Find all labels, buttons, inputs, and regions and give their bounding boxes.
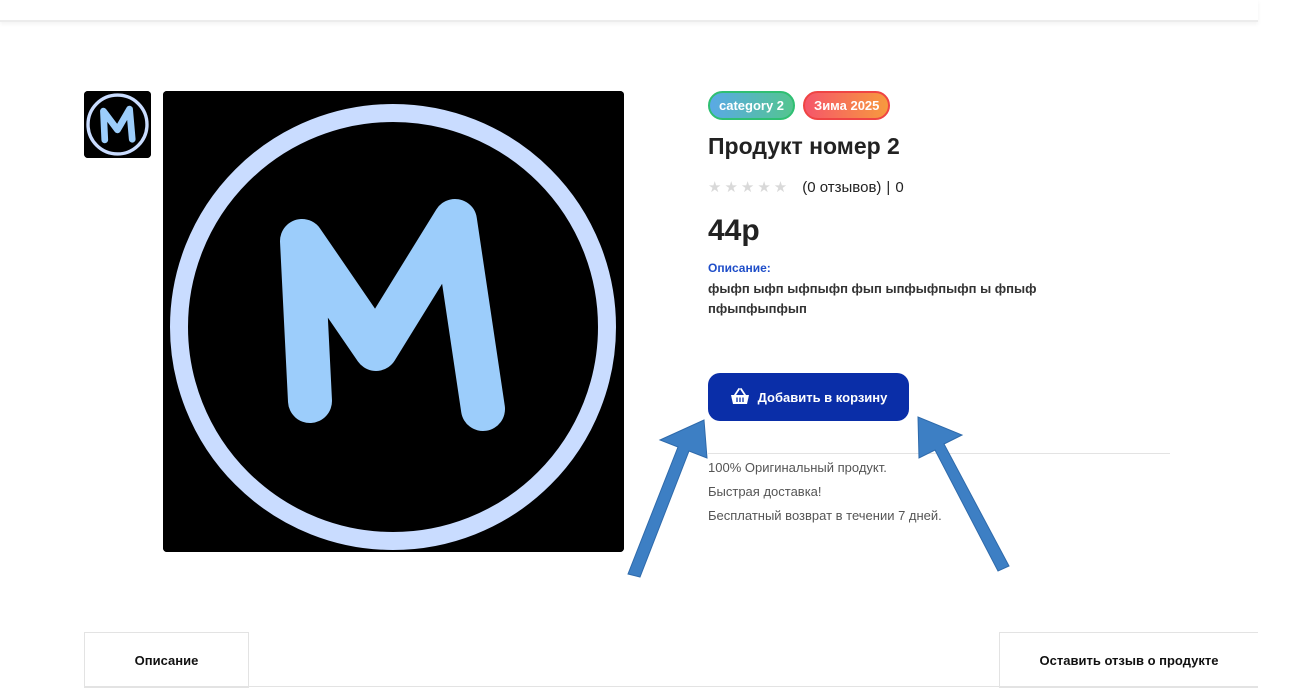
product-rating: ★★★★★ (0 отзывов) | 0 [708,178,904,197]
product-price: 44р [708,214,760,247]
product-features: 100% Оригинальный продукт. Быстрая доста… [708,456,942,528]
product-badges: category 2 Зима 2025 [708,91,891,120]
category-badge[interactable]: category 2 [708,91,796,120]
product-thumbnail[interactable] [84,91,151,158]
tabs-bottom-line [84,686,1258,687]
rating-count: 0 [895,178,904,196]
logo-thumbnail-image [84,91,151,158]
feature-item: Быстрая доставка! [708,484,822,499]
reviews-count-text[interactable]: (0 отзывов) [802,179,881,196]
rating-stars-icon: ★★★★★ [708,179,791,196]
tab-leave-review[interactable]: Оставить отзыв о продукте [999,632,1258,688]
feature-item: Бесплатный возврат в течении 7 дней. [708,508,942,523]
description-label: Описание: [708,261,771,275]
description-text: фыфп ыфп ыфпыфп фып ыпфыфпыфп ы фпыф пфы… [708,281,1037,316]
logo-main-image [163,91,624,552]
annotation-arrow-left [627,419,708,578]
product-main-image [163,91,624,552]
rating-separator: | [886,178,891,196]
add-to-cart-button[interactable]: Добавить в корзину [708,373,909,421]
season-badge[interactable]: Зима 2025 [803,91,891,120]
divider [708,453,1170,454]
tab-description[interactable]: Описание [84,632,249,688]
basket-icon [730,388,749,404]
top-header-bar [0,0,1258,22]
product-title: Продукт номер 2 [708,133,900,159]
feature-item: 100% Оригинальный продукт. [708,460,887,475]
add-to-cart-label: Добавить в корзину [757,389,888,405]
